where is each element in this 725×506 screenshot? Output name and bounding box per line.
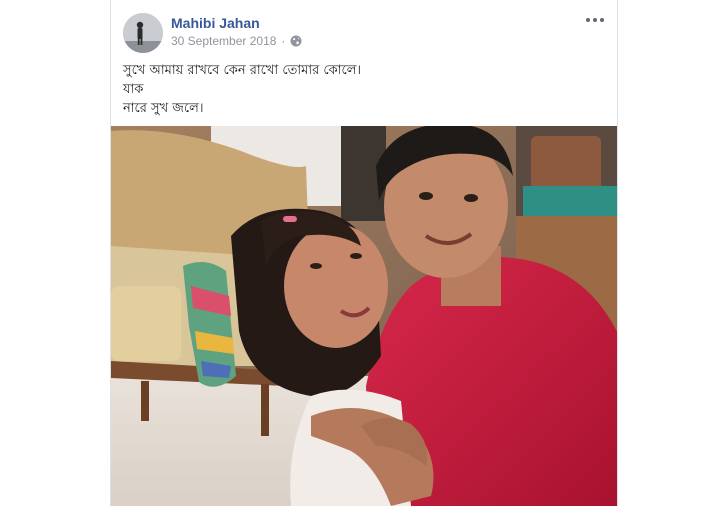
- avatar-image: [123, 13, 163, 53]
- more-dot: [586, 18, 590, 22]
- post-text-line: যাক: [123, 82, 144, 97]
- post-header: Mahibi Jahan 30 September 2018 ·: [111, 0, 617, 58]
- globe-icon[interactable]: [290, 35, 302, 47]
- more-options-icon[interactable]: [583, 12, 607, 28]
- post-photo[interactable]: [111, 126, 617, 506]
- post-text-line: নারে সুখ জলে।: [123, 101, 204, 116]
- more-dot: [593, 18, 597, 22]
- post-message: সুখে আমায় রাখবে কেন রাখো তোমার কোলে। যা…: [123, 61, 607, 118]
- author-avatar[interactable]: [123, 13, 163, 53]
- more-dot: [600, 18, 604, 22]
- facebook-post-card: Mahibi Jahan 30 September 2018 · সুখে আম…: [110, 0, 618, 506]
- author-name[interactable]: Mahibi Jahan: [171, 15, 260, 31]
- post-timestamp[interactable]: 30 September 2018: [171, 34, 276, 48]
- selfie-photo: [111, 126, 617, 506]
- post-meta: 30 September 2018 ·: [171, 34, 302, 48]
- post-text-line: সুখে আমায় রাখবে কেন রাখো তোমার কোলে।: [123, 63, 362, 78]
- meta-separator: ·: [281, 34, 286, 48]
